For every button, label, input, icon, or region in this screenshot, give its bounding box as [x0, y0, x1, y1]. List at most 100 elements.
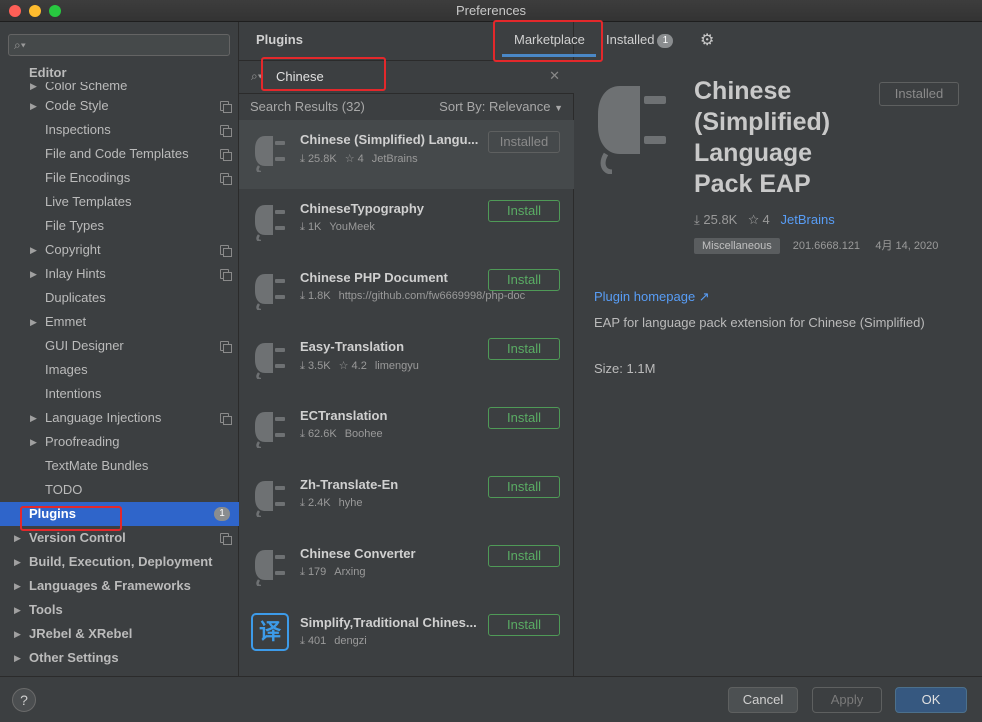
tab-installed[interactable]: Installed 1	[606, 22, 674, 60]
plugin-list-item[interactable]: Zh-Translate-En ⤓ 2.4K hyhe Install	[239, 465, 574, 534]
sidebar-item-emmet[interactable]: ▶ Emmet	[0, 310, 239, 334]
sidebar-item-textmate-bundles[interactable]: TextMate Bundles	[0, 454, 239, 478]
expand-arrow-icon[interactable]: ▶	[30, 406, 37, 430]
translate-icon: 译	[251, 613, 289, 651]
plug-icon	[252, 132, 288, 174]
sidebar-item-other-settings[interactable]: ▶ Other Settings	[0, 646, 239, 670]
plugin-list-item[interactable]: ChineseTypography ⤓ 1K YouMeek Install	[239, 189, 574, 258]
plugin-list-item[interactable]: Chinese (Simplified) Langu... ⤓ 25.8K ☆ 4J…	[239, 120, 574, 189]
expand-arrow-icon[interactable]: ▶	[14, 598, 21, 622]
plugin-downloads: 1K	[307, 221, 322, 233]
install-button[interactable]: Install	[488, 269, 560, 291]
download-icon: ⤓	[300, 360, 305, 372]
settings-search-input[interactable]: ⌕▾	[8, 34, 230, 56]
project-settings-icon	[220, 149, 232, 161]
window-controls	[9, 5, 61, 17]
expand-arrow-icon[interactable]: ▶	[30, 82, 37, 91]
project-settings-icon	[220, 245, 232, 257]
plug-icon	[598, 86, 666, 174]
sidebar-item-live-templates[interactable]: Live Templates	[0, 190, 239, 214]
expand-arrow-icon[interactable]: ▶	[14, 646, 21, 670]
sidebar-item-color-scheme[interactable]: ▶ Color Scheme	[0, 82, 239, 94]
plugin-downloads: 179	[307, 566, 327, 578]
sidebar-item-file-encodings[interactable]: File Encodings	[0, 166, 239, 190]
apply-button[interactable]: Apply	[812, 687, 882, 713]
sidebar-item-jrebel-xrebel[interactable]: ▶ JRebel & XRebel	[0, 622, 239, 646]
installed-status-button[interactable]: Installed	[488, 131, 560, 153]
expand-arrow-icon[interactable]: ▶	[14, 550, 21, 574]
clear-search-icon[interactable]: ✕	[549, 68, 560, 84]
sidebar-item-label: GUI Designer	[45, 338, 124, 353]
plugin-list-item[interactable]: 译 Simplify,Traditional Chines... ⤓ 401 deng…	[239, 603, 574, 672]
sidebar-item-label: Duplicates	[45, 290, 106, 305]
sidebar-item-proofreading[interactable]: ▶ Proofreading	[0, 430, 239, 454]
plugin-list-item[interactable]: Easy-Translation ⤓ 3.5K ☆ 4.2 limengyu Insta…	[239, 327, 574, 396]
plugin-vendor: Boohee	[344, 428, 383, 440]
sidebar-item-label: JRebel & XRebel	[29, 626, 133, 641]
plugin-homepage-link[interactable]: Plugin homepage ↗	[594, 289, 710, 305]
cancel-button[interactable]: Cancel	[728, 687, 798, 713]
download-icon: ⤓	[300, 497, 305, 509]
gear-icon[interactable]: ⚙	[700, 30, 714, 50]
ok-button[interactable]: OK	[895, 687, 967, 713]
plugin-list-item[interactable]: ECTranslation ⤓ 62.6K Boohee Install	[239, 396, 574, 465]
install-button[interactable]: Install	[488, 338, 560, 360]
sort-dropdown[interactable]: Sort By: Relevance ▼	[439, 99, 563, 114]
sidebar-item-todo[interactable]: TODO	[0, 478, 239, 502]
expand-arrow-icon[interactable]: ▶	[14, 574, 21, 598]
plugin-name: Chinese Converter	[300, 546, 416, 561]
plugin-downloads: 401	[307, 635, 327, 647]
expand-arrow-icon[interactable]: ▶	[30, 238, 37, 262]
sidebar-item-build-execution-deployment[interactable]: ▶ Build, Execution, Deployment	[0, 550, 239, 574]
install-button[interactable]: Install	[488, 614, 560, 636]
expand-arrow-icon[interactable]: ▶	[30, 94, 37, 118]
expand-arrow-icon[interactable]: ▶	[30, 262, 37, 286]
expand-arrow-icon[interactable]: ▶	[30, 430, 37, 454]
help-button[interactable]: ?	[12, 688, 36, 712]
sidebar-item-inspections[interactable]: Inspections	[0, 118, 239, 142]
sidebar-item-tools[interactable]: ▶ Tools	[0, 598, 239, 622]
title-bar: Preferences	[0, 0, 982, 22]
sidebar-item-file-and-code-templates[interactable]: File and Code Templates	[0, 142, 239, 166]
installed-count-badge: 1	[657, 34, 674, 48]
sidebar-item-label: Copyright	[45, 242, 101, 257]
installed-status-button[interactable]: Installed	[879, 82, 959, 106]
plugin-detail-tags: Miscellaneous 201.6668.121 4月 14, 2020	[694, 237, 938, 254]
sidebar-item-label: Other Settings	[29, 650, 119, 665]
sidebar-item-editor[interactable]: Editor	[0, 64, 239, 82]
plug-icon	[252, 546, 288, 588]
install-button[interactable]: Install	[488, 200, 560, 222]
sort-label: Sort By: Relevance	[439, 99, 551, 114]
expand-arrow-icon[interactable]: ▶	[30, 310, 37, 334]
results-bar: Search Results (32) Sort By: Relevance ▼	[239, 94, 574, 120]
download-icon: ⤓	[300, 290, 305, 302]
minimize-window-button[interactable]	[29, 5, 41, 17]
expand-arrow-icon[interactable]: ▶	[14, 622, 21, 646]
plugin-description: EAP for language pack extension for Chin…	[594, 315, 925, 330]
install-button[interactable]: Install	[488, 545, 560, 567]
close-window-button[interactable]	[9, 5, 21, 17]
sidebar-item-copyright[interactable]: ▶ Copyright	[0, 238, 239, 262]
plugin-list-item[interactable]: Chinese PHP Document ⤓ 1.8K https://github…	[239, 258, 574, 327]
zoom-window-button[interactable]	[49, 5, 61, 17]
detail-vendor-link[interactable]: JetBrains	[781, 212, 835, 227]
sidebar-item-code-style[interactable]: ▶ Code Style	[0, 94, 239, 118]
sidebar-item-languages-frameworks[interactable]: ▶ Languages & Frameworks	[0, 574, 239, 598]
install-button[interactable]: Install	[488, 407, 560, 429]
sidebar-item-gui-designer[interactable]: GUI Designer	[0, 334, 239, 358]
install-button[interactable]: Install	[488, 476, 560, 498]
plug-icon	[252, 408, 288, 450]
plug-icon	[252, 477, 288, 519]
plugin-vendor: hyhe	[338, 497, 363, 509]
sidebar-item-language-injections[interactable]: ▶ Language Injections	[0, 406, 239, 430]
sidebar-item-intentions[interactable]: Intentions	[0, 382, 239, 406]
plugin-results-list: Chinese (Simplified) Langu... ⤓ 25.8K ☆ 4J…	[239, 120, 574, 672]
sidebar-item-inlay-hints[interactable]: ▶ Inlay Hints	[0, 262, 239, 286]
sidebar-item-file-types[interactable]: File Types	[0, 214, 239, 238]
detail-version: 201.6668.121	[792, 240, 861, 252]
plugin-downloads: 1.8K	[307, 290, 331, 302]
plugin-list-item[interactable]: Chinese Converter ⤓ 179 Arxing Install	[239, 534, 574, 603]
sidebar-item-images[interactable]: Images	[0, 358, 239, 382]
category-tag[interactable]: Miscellaneous	[694, 238, 780, 254]
sidebar-item-duplicates[interactable]: Duplicates	[0, 286, 239, 310]
